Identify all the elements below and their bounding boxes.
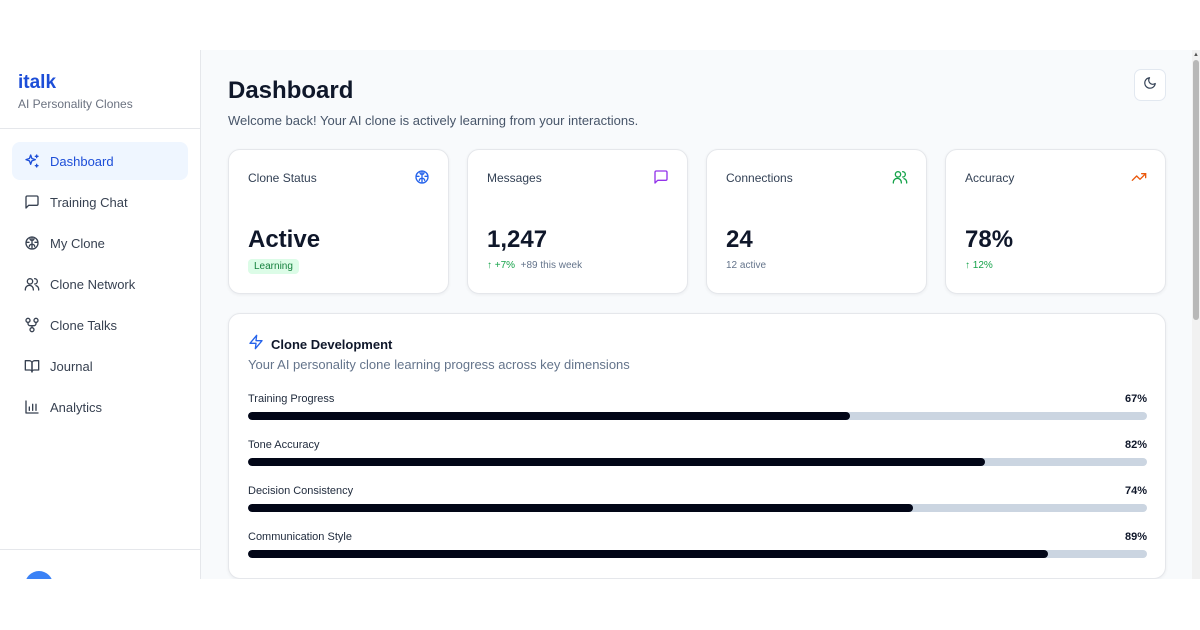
theme-toggle-button[interactable] xyxy=(1134,69,1166,101)
stat-footer: ↑ +7% +89 this week xyxy=(487,260,582,271)
scroll-up-arrow[interactable]: ▲ xyxy=(1192,51,1200,59)
chat-bubble-icon xyxy=(24,194,40,210)
brand-subtitle: AI Personality Clones xyxy=(18,97,133,111)
card-title: Clone Development xyxy=(271,337,393,352)
metric-label: Training Progress xyxy=(248,393,335,405)
app-window: italk AI Personality Clones Dashboard Tr… xyxy=(0,50,1200,579)
stat-label: Clone Status xyxy=(248,171,317,185)
stat-label: Connections xyxy=(726,171,793,185)
brand: italk AI Personality Clones xyxy=(0,50,200,129)
metric-training-progress: Training Progress 67% xyxy=(248,393,1147,420)
brand-name[interactable]: italk xyxy=(18,72,182,94)
network-icon xyxy=(24,317,40,333)
stat-card-accuracy: Accuracy 78% ↑ 12% xyxy=(945,149,1166,294)
sidebar-footer xyxy=(0,549,200,579)
users-icon xyxy=(24,276,40,292)
sidebar-item-my-clone[interactable]: My Clone xyxy=(12,224,188,262)
card-header: Clone Development xyxy=(248,334,392,355)
scrollbar-thumb[interactable] xyxy=(1193,60,1199,320)
stat-change: ↑ +7% xyxy=(487,260,516,271)
sidebar-nav: Dashboard Training Chat My Clone Clone N… xyxy=(0,129,200,426)
stat-value: 1,247 xyxy=(487,226,548,253)
chat-bubble-icon xyxy=(653,169,669,185)
metric-tone-accuracy: Tone Accuracy 82% xyxy=(248,439,1147,466)
bar-chart-icon xyxy=(24,399,40,415)
stat-note: 12 active xyxy=(726,260,767,271)
sidebar-item-clone-talks[interactable]: Clone Talks xyxy=(12,306,188,344)
progress-track xyxy=(248,504,1147,512)
card-subtitle: Your AI personality clone learning progr… xyxy=(248,357,630,372)
stat-card-messages: Messages 1,247 ↑ +7% +89 this week xyxy=(467,149,688,294)
progress-fill xyxy=(248,550,1049,558)
progress-track xyxy=(248,412,1147,420)
main-content: Dashboard Welcome back! Your AI clone is… xyxy=(201,50,1200,579)
book-icon xyxy=(24,358,40,374)
sidebar-item-label: Analytics xyxy=(50,399,103,415)
sidebar-item-label: My Clone xyxy=(50,235,105,251)
page-title: Dashboard xyxy=(228,77,354,104)
metric-label: Decision Consistency xyxy=(248,485,354,497)
metric-percent: 89% xyxy=(1124,531,1147,543)
stat-value: 24 xyxy=(726,226,753,253)
clone-development-card: Clone Development Your AI personality cl… xyxy=(228,313,1166,579)
sidebar-item-training-chat[interactable]: Training Chat xyxy=(12,183,188,221)
moon-icon xyxy=(1143,76,1157,95)
stat-label: Messages xyxy=(487,171,542,185)
sparkles-icon xyxy=(24,153,40,169)
lightning-icon xyxy=(248,334,271,355)
users-icon xyxy=(892,169,908,185)
sidebar-item-journal[interactable]: Journal xyxy=(12,347,188,385)
stat-value: 78% xyxy=(965,226,1014,253)
stat-card-clone-status: Clone Status Active Learning xyxy=(228,149,449,294)
stat-card-connections: Connections 24 12 active xyxy=(706,149,927,294)
sidebar-item-clone-network[interactable]: Clone Network xyxy=(12,265,188,303)
sidebar-item-label: Clone Talks xyxy=(50,317,117,333)
sidebar-item-label: Dashboard xyxy=(50,153,114,169)
progress-fill xyxy=(248,412,851,420)
stat-note: +89 this week xyxy=(520,260,583,271)
page-scrollbar[interactable]: ▲ xyxy=(1192,50,1200,579)
progress-track xyxy=(248,550,1147,558)
progress-fill xyxy=(248,458,986,466)
sidebar-item-label: Clone Network xyxy=(50,276,136,292)
sidebar-item-label: Journal xyxy=(50,358,93,374)
stat-label: Accuracy xyxy=(965,171,1015,185)
stat-value: Active xyxy=(248,226,321,253)
sidebar-item-label: Training Chat xyxy=(50,194,128,210)
metric-decision-consistency: Decision Consistency 74% xyxy=(248,485,1147,512)
progress-track xyxy=(248,458,1147,466)
brain-icon xyxy=(414,169,430,185)
metric-label: Communication Style xyxy=(248,531,352,543)
metric-percent: 67% xyxy=(1124,393,1147,405)
sidebar-item-analytics[interactable]: Analytics xyxy=(12,388,188,426)
metric-percent: 82% xyxy=(1124,439,1147,451)
metric-percent: 74% xyxy=(1124,485,1147,497)
sidebar-item-dashboard[interactable]: Dashboard xyxy=(12,142,188,180)
brain-icon xyxy=(24,235,40,251)
progress-fill xyxy=(248,504,914,512)
metric-communication-style: Communication Style 89% xyxy=(248,531,1147,558)
metric-label: Tone Accuracy xyxy=(248,439,320,451)
status-badge: Learning xyxy=(248,259,299,274)
stat-change: ↑ 12% xyxy=(965,260,993,271)
avatar[interactable] xyxy=(25,571,53,579)
page-subtitle: Welcome back! Your AI clone is actively … xyxy=(228,113,639,128)
sidebar: italk AI Personality Clones Dashboard Tr… xyxy=(0,50,201,579)
stat-footer: Learning xyxy=(248,259,299,274)
trending-up-icon xyxy=(1131,169,1147,185)
